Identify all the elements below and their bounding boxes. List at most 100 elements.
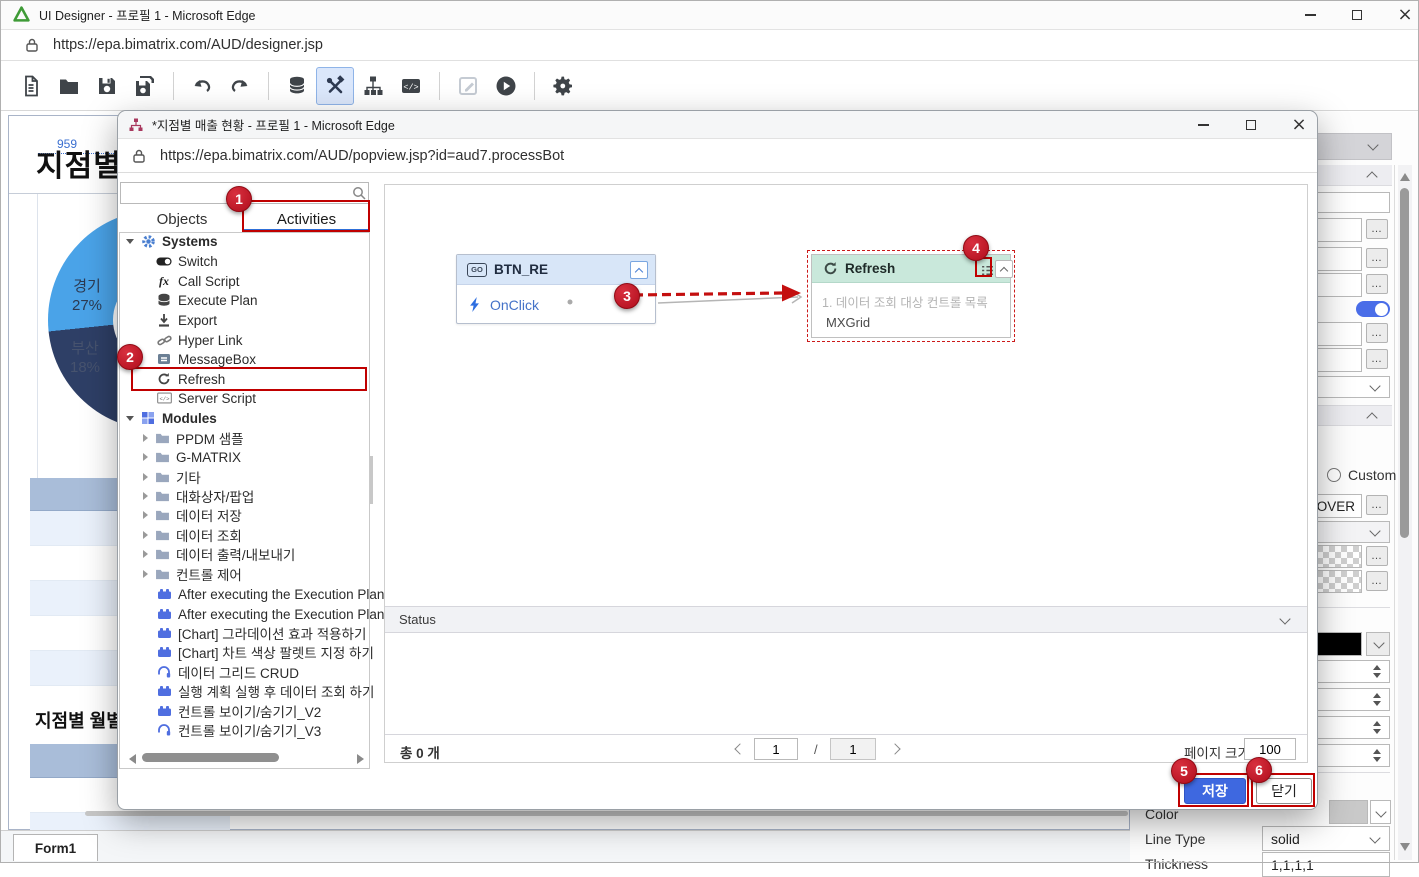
monthly-title: 지점별 월별 <box>35 707 123 733</box>
search-icon[interactable] <box>351 185 367 201</box>
edit-button[interactable] <box>449 67 487 105</box>
chevron-collapsed-icon[interactable] <box>143 453 148 461</box>
popup-sitemap-icon <box>128 117 144 133</box>
form-tab[interactable]: Form1 <box>13 834 98 861</box>
chevron-collapsed-icon[interactable] <box>143 570 148 578</box>
annotation-badge-2: 2 <box>117 344 143 370</box>
chevron-expanded-icon[interactable] <box>126 416 134 421</box>
main-window-title: UI Designer - 프로필 1 - Microsoft Edge <box>39 5 256 24</box>
status-collapse-icon[interactable] <box>1279 613 1290 624</box>
annotation-badge-5: 5 <box>1171 758 1197 784</box>
tree-vscroll-thumb[interactable] <box>370 456 373 504</box>
prop-ellipsis-3[interactable]: … <box>1366 248 1388 268</box>
prop-ellipsis-2[interactable]: … <box>1366 219 1388 239</box>
open-folder-button[interactable] <box>50 67 88 105</box>
module-brick-icon <box>156 625 172 641</box>
svg-text:</>: </> <box>159 395 170 402</box>
chevron-collapsed-icon[interactable] <box>143 492 148 500</box>
prop-toggle[interactable] <box>1356 301 1390 317</box>
undo-button[interactable] <box>183 67 221 105</box>
folder-icon <box>154 469 170 485</box>
save-all-button[interactable] <box>126 67 164 105</box>
tree-label: Switch <box>178 254 218 269</box>
scroll-thumb[interactable] <box>1400 188 1409 538</box>
prop-ellipsis-6[interactable]: … <box>1366 349 1388 369</box>
chevron-collapsed-icon[interactable] <box>143 511 148 519</box>
designer-hscrollbar[interactable] <box>85 811 1128 816</box>
prop-ellipsis-4[interactable]: … <box>1366 274 1388 294</box>
prop-ellipsis-5[interactable]: … <box>1366 323 1388 343</box>
node-collapse-button[interactable] <box>995 260 1013 278</box>
tab-objects[interactable]: Objects <box>120 206 244 232</box>
popup-minimize-button[interactable] <box>1188 114 1218 136</box>
popup-urlbar[interactable]: https://epa.bimatrix.com/AUD/popview.jsp… <box>118 139 1317 173</box>
export-icon <box>156 312 172 328</box>
tree-label: Execute Plan <box>178 293 258 308</box>
prop-custom-radio-row[interactable]: Custom <box>1327 467 1396 483</box>
build-tools-button[interactable] <box>316 67 354 105</box>
scroll-down-icon[interactable] <box>1400 843 1410 851</box>
tree-label: 컨트롤 제어 <box>176 564 242 584</box>
annotation-badge-6: 6 <box>1246 757 1272 783</box>
panel-vscrollbar[interactable] <box>1398 165 1412 860</box>
database-button[interactable] <box>278 67 316 105</box>
onclick-bolt-icon <box>470 297 481 312</box>
run-button[interactable] <box>487 67 525 105</box>
tree-hscroll-thumb[interactable] <box>142 753 279 762</box>
main-urlbar[interactable]: https://epa.bimatrix.com/AUD/designer.js… <box>0 30 1419 61</box>
radio-icon[interactable] <box>1327 468 1341 482</box>
chevron-collapsed-icon[interactable] <box>143 473 148 481</box>
module-brick-icon <box>156 606 172 622</box>
popup-close-button[interactable]: × <box>1284 114 1314 136</box>
save-button[interactable] <box>88 67 126 105</box>
chevron-expanded-icon[interactable] <box>126 239 134 244</box>
main-minimize-button[interactable] <box>1295 4 1325 26</box>
annotation-badge-1: 1 <box>226 186 252 212</box>
prop-color-ellipsis-2[interactable]: … <box>1366 571 1388 591</box>
main-maximize-button[interactable] <box>1342 4 1372 26</box>
line-type-dropdown[interactable]: solid <box>1262 826 1390 851</box>
chevron-collapsed-icon[interactable] <box>143 434 148 442</box>
node-collapse-button[interactable] <box>630 261 648 279</box>
server-script-icon: </> <box>156 390 172 406</box>
chevron-collapsed-icon[interactable] <box>143 531 148 539</box>
folder-icon <box>154 507 170 523</box>
popup-maximize-button[interactable] <box>1236 114 1266 136</box>
folder-icon <box>154 449 170 465</box>
tree-hscroll-right-icon[interactable] <box>357 754 364 764</box>
main-titlebar: UI Designer - 프로필 1 - Microsoft Edge <box>0 0 1419 30</box>
canvas-page-title: 지점별 <box>36 141 122 185</box>
sitemap-button[interactable] <box>354 67 392 105</box>
code-view-button[interactable]: </> <box>392 67 430 105</box>
tree-label: After executing the Execution Plan, <box>178 607 388 622</box>
tree-label: Server Script <box>178 391 256 406</box>
lock-icon <box>24 37 40 53</box>
chevron-collapsed-icon[interactable] <box>143 550 148 558</box>
page-size-input[interactable] <box>1244 738 1296 760</box>
prop-color-black-dropdown[interactable] <box>1366 632 1390 656</box>
prop-color-ellipsis-1[interactable]: … <box>1366 546 1388 566</box>
tree-label: 기타 <box>176 467 201 487</box>
node-header[interactable]: GO BTN_RE <box>457 255 655 285</box>
link-icon <box>156 332 172 348</box>
panel-divider-v <box>1394 165 1395 860</box>
popup-titlebar[interactable]: *지점별 매출 현황 - 프로필 1 - Microsoft Edge <box>118 111 1317 139</box>
node-title: BTN_RE <box>494 262 548 277</box>
prop-over-ellipsis[interactable]: … <box>1366 495 1388 515</box>
modules-icon <box>140 410 156 426</box>
page-current-input[interactable] <box>754 738 798 760</box>
main-close-button[interactable]: × <box>1390 4 1419 26</box>
color-dropdown[interactable] <box>1370 800 1391 824</box>
thickness-input[interactable]: 1,1,1,1 <box>1262 852 1390 877</box>
color-swatch[interactable] <box>1329 800 1368 824</box>
redo-button[interactable] <box>221 67 259 105</box>
scroll-up-icon[interactable] <box>1400 173 1410 181</box>
new-document-button[interactable] <box>12 67 50 105</box>
tree-label: Modules <box>162 411 217 426</box>
status-header[interactable]: Status <box>385 606 1307 633</box>
settings-button[interactable] <box>544 67 582 105</box>
tree-label: G-MATRIX <box>176 450 241 465</box>
tree-label: 데이터 조회 <box>176 525 242 545</box>
lock-icon <box>131 148 147 164</box>
tree-hscroll-left-icon[interactable] <box>129 754 136 764</box>
